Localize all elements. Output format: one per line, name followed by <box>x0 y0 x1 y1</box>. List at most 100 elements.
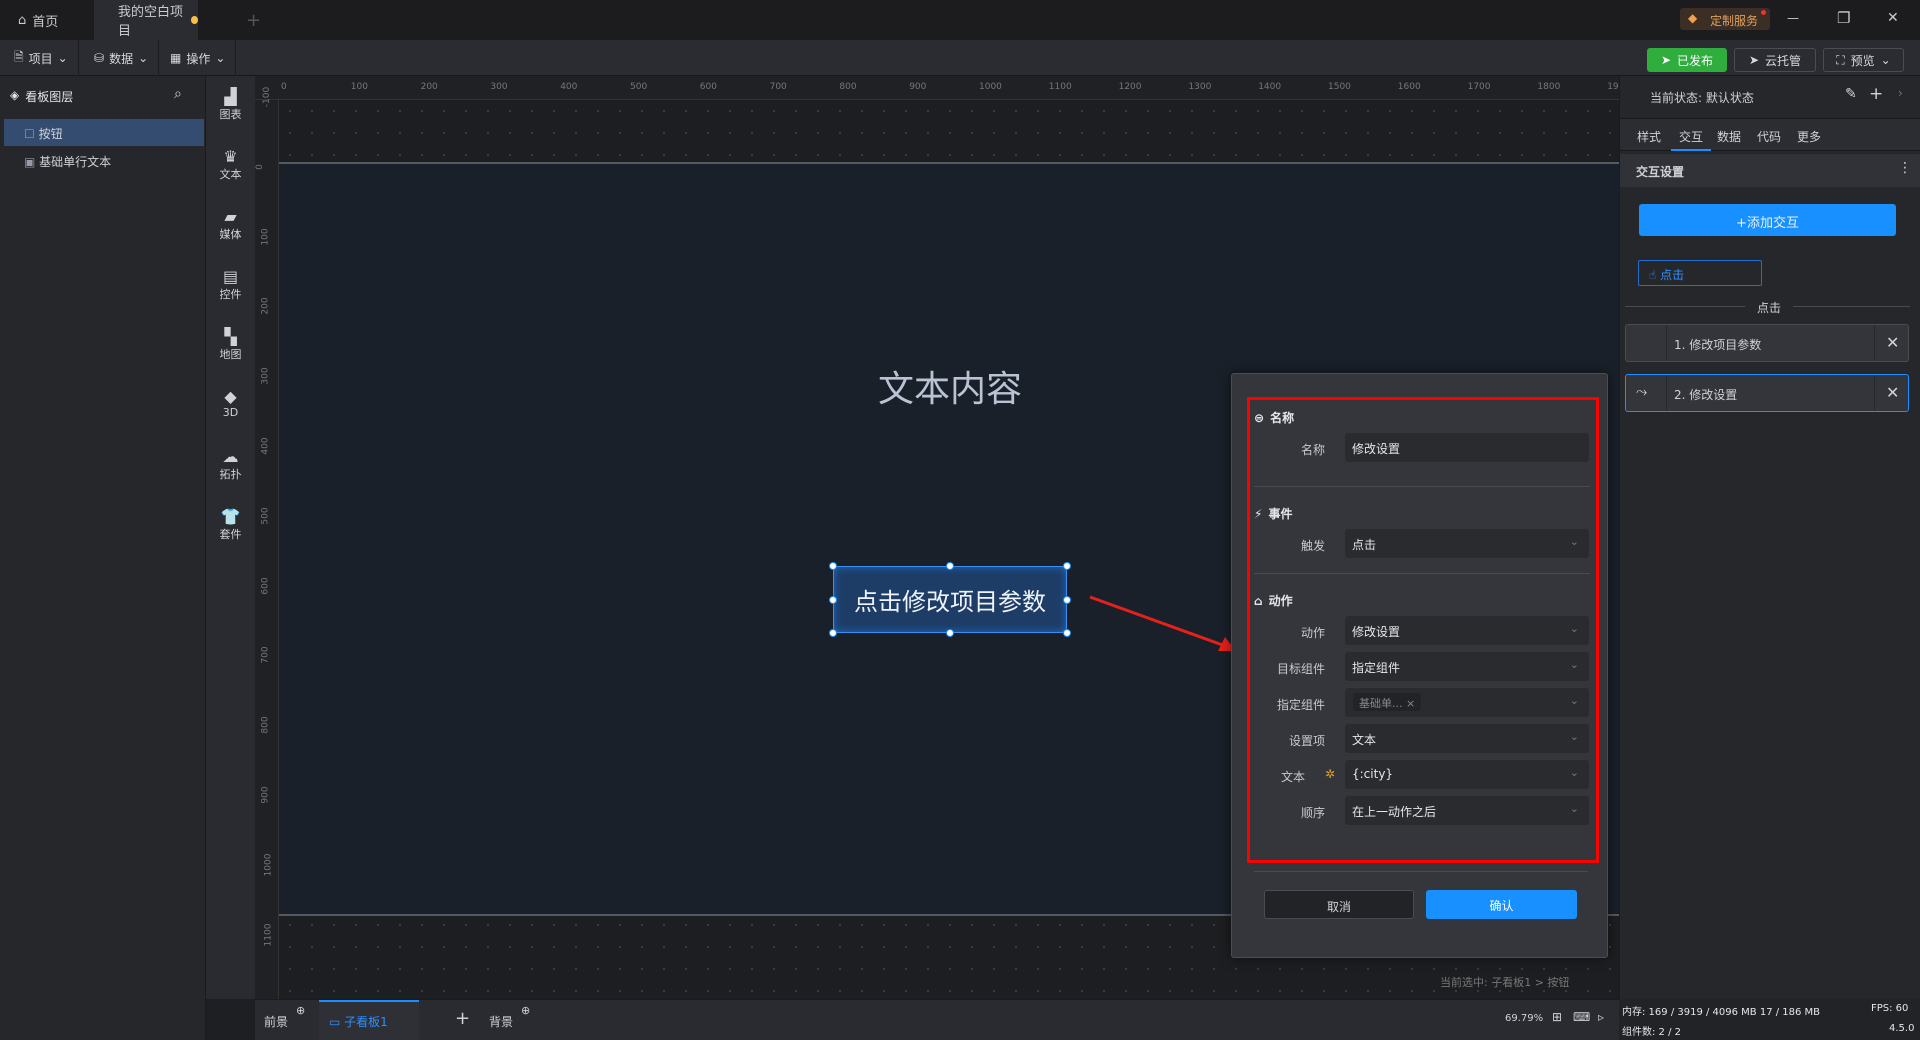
add-background-icon[interactable]: ⊕ <box>521 1004 530 1017</box>
specified-select[interactable]: 基础单... × ⌄ <box>1345 688 1589 717</box>
setting-row: 设置项 文本 ⌄ <box>1250 724 1590 756</box>
resize-handle[interactable] <box>1063 629 1071 637</box>
resize-handle[interactable] <box>946 562 954 570</box>
add-foreground-icon[interactable]: ⊕ <box>296 1004 305 1017</box>
palette-label: 拓扑 <box>219 468 242 481</box>
layer-item[interactable]: ☐ 按钮 <box>4 119 204 146</box>
section-title: 交互设置 <box>1636 165 1685 179</box>
keyboard-icon[interactable]: ⌨ <box>1573 1010 1590 1024</box>
name-input[interactable]: 修改设置 <box>1345 433 1589 462</box>
crown-icon: ♛ <box>223 147 238 166</box>
more-vertical-icon[interactable]: ⋮ <box>1898 160 1912 176</box>
monitor-icon: ▭ <box>329 1015 345 1029</box>
sparkle-icon[interactable]: ✲ <box>1325 767 1335 781</box>
terminal-icon[interactable]: ▹ <box>1598 1010 1604 1024</box>
board-bar: 前景 ⊕ ▭ 子看板1 + 背景 ⊕ 69.79% ⊞ ⌨ ▹ <box>255 999 1619 1040</box>
restore-button[interactable]: ❐ <box>1837 9 1850 27</box>
trigger-select[interactable]: 点击 ⌄ <box>1345 529 1589 558</box>
action-row: 动作 修改设置 ⌄ <box>1250 616 1590 648</box>
tab-interaction[interactable]: 交互 <box>1671 119 1711 151</box>
resize-handle[interactable] <box>829 596 837 604</box>
palette-kit[interactable]: 👕 套件 <box>206 508 255 542</box>
tab-style[interactable]: 样式 <box>1637 128 1661 145</box>
setting-select[interactable]: 文本 ⌄ <box>1345 724 1589 753</box>
palette-label: 控件 <box>219 288 242 301</box>
palette-topology[interactable]: ☁ 拓扑 <box>206 448 255 482</box>
cloud-host-button[interactable]: ➤ 云托管 <box>1734 48 1816 72</box>
palette-text[interactable]: ♛ 文本 <box>206 148 255 182</box>
confirm-button[interactable]: 确认 <box>1426 890 1577 919</box>
palette-media[interactable]: ▰ 媒体 <box>206 208 255 242</box>
tab-more[interactable]: 更多 <box>1797 128 1821 145</box>
fit-screen-icon[interactable]: ⊞ <box>1552 1010 1562 1024</box>
field-label: 顺序 <box>1300 806 1325 820</box>
order-select[interactable]: 在上一动作之后 ⌄ <box>1345 796 1589 825</box>
data-menu[interactable]: ⛁ 数据 ⌄ <box>84 40 160 76</box>
resize-handle[interactable] <box>1063 596 1071 604</box>
action-item[interactable]: 1. 修改项目参数 ✕ <box>1625 324 1909 362</box>
text-layer-icon: ▣ <box>24 155 40 169</box>
chevron-down-icon: ⌄ <box>1880 53 1891 67</box>
layers-header: ◈ 看板图层 <box>10 88 73 105</box>
resize-handle[interactable] <box>1063 562 1071 570</box>
close-button[interactable]: ✕ <box>1887 10 1899 26</box>
ruler-tick-label: 500 <box>630 82 648 92</box>
tab-data[interactable]: 数据 <box>1717 128 1741 145</box>
properties-panel: 当前状态: 默认状态 ✎ + › 样式 交互 数据 代码 更多 交互设置 ⋮ +… <box>1619 76 1920 999</box>
canvas-button[interactable]: 点击修改项目参数 <box>833 566 1067 633</box>
chart-icon: ▟ <box>224 87 237 106</box>
ruler-tick-label: 100 <box>350 82 368 92</box>
add-board-icon[interactable]: + <box>455 1008 470 1029</box>
target-select[interactable]: 指定组件 ⌄ <box>1345 652 1589 681</box>
palette-3d[interactable]: ◆ 3D <box>206 388 255 420</box>
minimize-button[interactable]: — <box>1787 11 1799 25</box>
project-menu[interactable]: 🗎 项目 ⌄ <box>4 40 79 76</box>
vertical-ruler[interactable]: -100 0 100 200 300 400 500 600 700 800 900 1000 1100 <box>255 87 279 999</box>
close-icon[interactable]: ✕ <box>1886 383 1899 402</box>
published-button[interactable]: ➤ 已发布 <box>1647 48 1727 72</box>
zoom-level[interactable]: 69.79% <box>1505 1013 1543 1024</box>
preview-button[interactable]: ⛶ 预览 ⌄ <box>1823 48 1904 72</box>
tab-project[interactable]: 我的空白项目 <box>94 0 198 40</box>
field-label: 目标组件 <box>1276 662 1325 676</box>
background-tab[interactable]: 背景 <box>489 1013 513 1030</box>
search-icon[interactable]: ⌕ <box>174 86 182 102</box>
resize-handle[interactable] <box>946 629 954 637</box>
operate-menu[interactable]: ▦ 操作 ⌄ <box>160 40 237 76</box>
text-select[interactable]: {:city} ⌄ <box>1345 760 1589 789</box>
close-icon[interactable]: ✕ <box>1886 333 1899 352</box>
chevron-down-icon: ⌄ <box>57 51 68 65</box>
horizontal-ruler[interactable]: 0 100 200 300 400 500 600 700 800 900 1000 1100 1200… <box>255 76 1630 100</box>
action-select[interactable]: 修改设置 ⌄ <box>1345 616 1589 645</box>
add-state-icon[interactable]: + <box>1869 84 1883 104</box>
palette-chart[interactable]: ▟ 图表 <box>206 88 255 122</box>
palette-map[interactable]: ▚ 地图 <box>206 328 255 362</box>
layers-title: 看板图层 <box>25 90 74 104</box>
ruler-tick-label: 1000 <box>263 853 274 877</box>
palette-label: 套件 <box>219 528 242 541</box>
ruler-tick-label: 200 <box>260 297 271 315</box>
tab-home[interactable]: ⌂ 首页 <box>18 0 88 40</box>
tag-remove-icon[interactable]: × <box>1406 697 1415 710</box>
edit-icon[interactable]: ✎ <box>1845 86 1857 102</box>
cancel-button[interactable]: 取消 <box>1264 890 1414 919</box>
add-interaction-button[interactable]: +添加交互 <box>1639 204 1896 236</box>
topology-icon: ☁ <box>222 447 239 466</box>
new-tab-button[interactable]: + <box>246 0 261 40</box>
chevron-down-icon: ⌄ <box>1569 658 1579 671</box>
layer-item[interactable]: ▣ 基础单行文本 <box>4 147 204 174</box>
text-row: 文本 ✲ {:city} ⌄ <box>1250 760 1590 792</box>
resize-handle[interactable] <box>829 629 837 637</box>
resize-handle[interactable] <box>829 562 837 570</box>
canvas-text-content[interactable]: 文本内容 <box>800 360 1100 412</box>
palette-control[interactable]: ▤ 控件 <box>206 268 255 302</box>
home-icon: ⌂ <box>18 12 27 28</box>
chevron-right-icon[interactable]: › <box>1898 86 1903 100</box>
action-item[interactable]: ⤳ 2. 修改设置 ✕ <box>1625 374 1909 412</box>
custom-service-button[interactable]: ◆ 定制服务 <box>1680 8 1770 30</box>
foreground-tab[interactable]: 前景 <box>264 1013 288 1030</box>
board-tab[interactable]: ▭ 子看板1 <box>319 1000 419 1040</box>
tab-code[interactable]: 代码 <box>1757 128 1781 145</box>
service-label: 定制服务 <box>1710 14 1759 28</box>
trigger-tag-click[interactable]: ☝ 点击 <box>1638 260 1762 286</box>
